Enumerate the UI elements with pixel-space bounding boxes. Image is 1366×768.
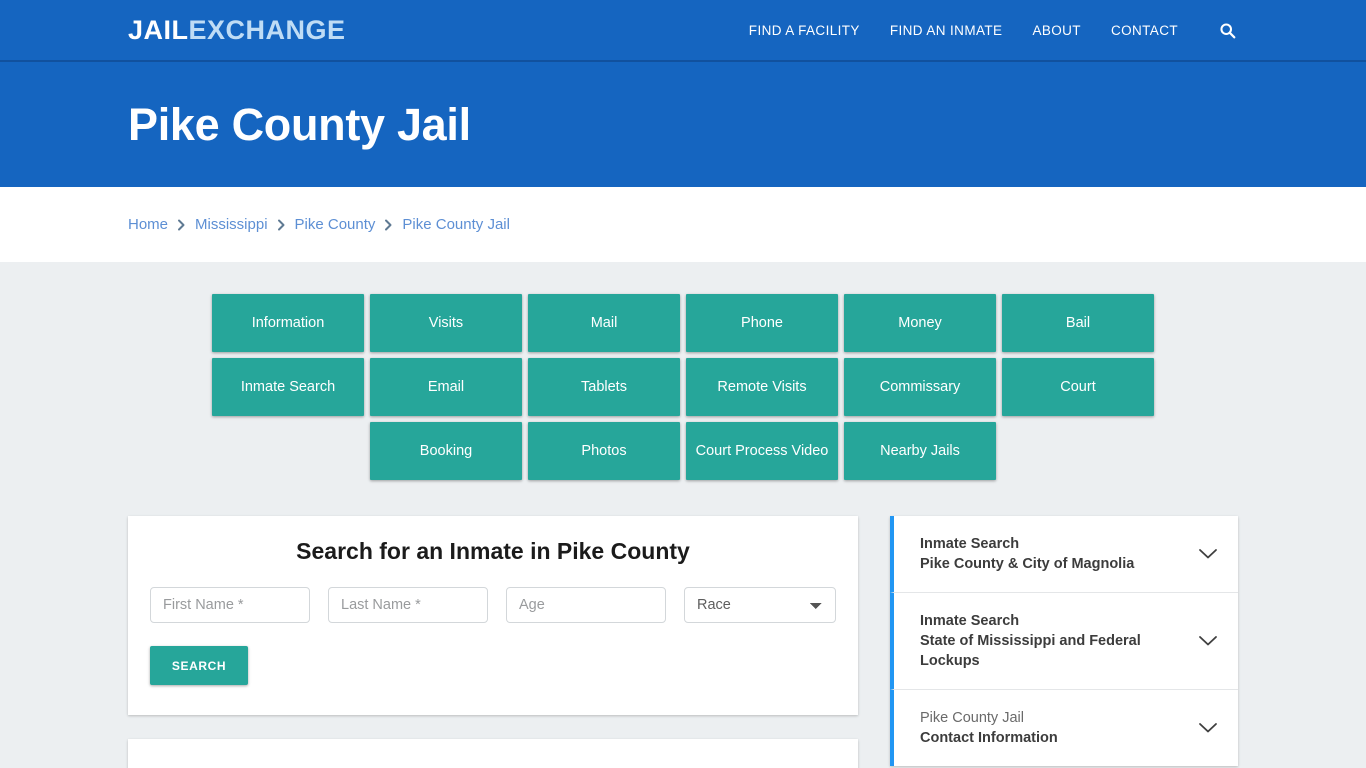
top-navigation-bar: JAILEXCHANGE FIND A FACILITY FIND AN INM… bbox=[0, 0, 1366, 62]
breadcrumb-item-home[interactable]: Home bbox=[128, 216, 168, 233]
sidebar-accordion: Inmate Search Pike County & City of Magn… bbox=[890, 516, 1238, 766]
accordion-item-text: Inmate Search Pike County & City of Magn… bbox=[920, 534, 1134, 574]
search-submit-button[interactable]: SEARCH bbox=[150, 646, 248, 685]
nav-item-about[interactable]: ABOUT bbox=[1032, 23, 1081, 38]
nav-item-contact[interactable]: CONTACT bbox=[1111, 23, 1178, 38]
right-column: Inmate Search Pike County & City of Magn… bbox=[890, 516, 1238, 766]
accordion-line-2: Pike County & City of Magnolia bbox=[920, 556, 1135, 572]
tile-nearby-jails[interactable]: Nearby Jails bbox=[844, 422, 996, 480]
nav-item-find-an-inmate[interactable]: FIND AN INMATE bbox=[890, 23, 1003, 38]
tile-photos[interactable]: Photos bbox=[528, 422, 680, 480]
accordion-line-1: Inmate Search bbox=[920, 613, 1020, 629]
chevron-right-icon bbox=[277, 219, 286, 231]
page-banner: Pike County Jail bbox=[0, 62, 1366, 187]
accordion-item-contact-information[interactable]: Pike County Jail Contact Information bbox=[890, 690, 1238, 766]
site-logo[interactable]: JAILEXCHANGE bbox=[128, 14, 346, 45]
nav-item-find-a-facility[interactable]: FIND A FACILITY bbox=[749, 23, 860, 38]
page-title: Pike County Jail bbox=[128, 98, 471, 150]
tile-tablets[interactable]: Tablets bbox=[528, 358, 680, 416]
content-columns: Search for an Inmate in Pike County Race… bbox=[128, 516, 1238, 768]
chevron-down-icon[interactable] bbox=[1198, 722, 1218, 734]
accordion-item-text: Pike County Jail Contact Information bbox=[920, 708, 1058, 748]
accordion-line-1: Inmate Search bbox=[920, 536, 1020, 552]
tile-email[interactable]: Email bbox=[370, 358, 522, 416]
tile-information[interactable]: Information bbox=[212, 294, 364, 352]
accordion-line-2: State of Mississippi and Federal Lockups bbox=[920, 633, 1141, 669]
tile-mail[interactable]: Mail bbox=[528, 294, 680, 352]
age-input[interactable] bbox=[506, 587, 666, 623]
last-name-input[interactable] bbox=[328, 587, 488, 623]
tile-booking[interactable]: Booking bbox=[370, 422, 522, 480]
left-column: Search for an Inmate in Pike County Race… bbox=[128, 516, 858, 768]
chevron-down-icon[interactable] bbox=[1198, 548, 1218, 560]
accordion-item-inmate-search-county[interactable]: Inmate Search Pike County & City of Magn… bbox=[890, 516, 1238, 593]
chevron-down-icon[interactable] bbox=[1198, 635, 1218, 647]
tile-phone[interactable]: Phone bbox=[686, 294, 838, 352]
tile-court-process-video[interactable]: Court Process Video bbox=[686, 422, 838, 480]
accordion-item-text: Inmate Search State of Mississippi and F… bbox=[920, 611, 1184, 671]
jail-information-card: Pike County Jail Information bbox=[128, 739, 858, 768]
accordion-item-inmate-search-state[interactable]: Inmate Search State of Mississippi and F… bbox=[890, 593, 1238, 690]
tile-court[interactable]: Court bbox=[1002, 358, 1154, 416]
page-body: Information Visits Mail Phone Money Bail… bbox=[0, 262, 1366, 768]
inmate-search-heading: Search for an Inmate in Pike County bbox=[296, 538, 690, 564]
tile-money[interactable]: Money bbox=[844, 294, 996, 352]
inmate-search-fields: Race bbox=[150, 587, 836, 623]
logo-text-secondary: EXCHANGE bbox=[188, 14, 346, 45]
search-icon[interactable] bbox=[1216, 19, 1238, 41]
breadcrumb-item-pike-county-jail[interactable]: Pike County Jail bbox=[402, 216, 510, 233]
inmate-search-card: Search for an Inmate in Pike County Race… bbox=[128, 516, 858, 715]
breadcrumb-bar: Home Mississippi Pike County Pike County… bbox=[0, 187, 1366, 262]
chevron-right-icon bbox=[384, 219, 393, 231]
tile-remote-visits[interactable]: Remote Visits bbox=[686, 358, 838, 416]
accordion-line-1: Pike County Jail bbox=[920, 710, 1024, 726]
breadcrumb-item-mississippi[interactable]: Mississippi bbox=[195, 216, 268, 233]
race-select[interactable]: Race bbox=[684, 587, 836, 623]
logo-text-primary: JAIL bbox=[128, 14, 189, 45]
breadcrumb-item-pike-county[interactable]: Pike County bbox=[295, 216, 376, 233]
first-name-input[interactable] bbox=[150, 587, 310, 623]
breadcrumb: Home Mississippi Pike County Pike County… bbox=[128, 216, 510, 233]
section-nav-tiles: Information Visits Mail Phone Money Bail… bbox=[134, 294, 1232, 480]
tile-inmate-search[interactable]: Inmate Search bbox=[212, 358, 364, 416]
accordion-line-2: Contact Information bbox=[920, 730, 1058, 746]
tile-commissary[interactable]: Commissary bbox=[844, 358, 996, 416]
tile-bail[interactable]: Bail bbox=[1002, 294, 1154, 352]
tile-visits[interactable]: Visits bbox=[370, 294, 522, 352]
chevron-right-icon bbox=[177, 219, 186, 231]
main-nav: FIND A FACILITY FIND AN INMATE ABOUT CON… bbox=[749, 19, 1238, 41]
